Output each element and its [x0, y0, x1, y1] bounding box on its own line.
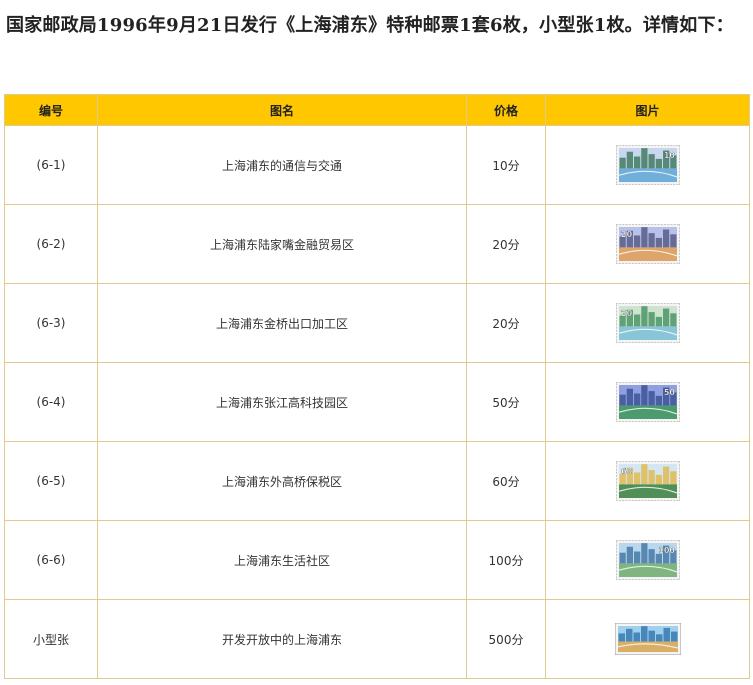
table-row: (6-3) 上海浦东金桥出口加工区 20分 20	[4, 283, 750, 363]
stamp-id: (6-2)	[4, 204, 98, 284]
stamp-image-cell: 100	[545, 520, 750, 600]
stamp-image-cell: 20	[545, 204, 750, 284]
stamp-id: (6-3)	[4, 283, 98, 363]
table-row: (6-6) 上海浦东生活社区 100分 100	[4, 520, 750, 600]
table-row: (6-4) 上海浦东张江高科技园区 50分 50	[4, 362, 750, 442]
svg-text:20: 20	[621, 230, 633, 239]
svg-text:100: 100	[658, 546, 675, 555]
stamp-id: (6-1)	[4, 125, 98, 205]
table-row: 小型张 开发开放中的上海浦东 500分	[4, 599, 750, 679]
stamp-image[interactable]: 100	[615, 540, 680, 580]
stamp-image-cell: 50	[545, 362, 750, 442]
stamp-image[interactable]: 20	[615, 224, 680, 264]
stamp-image-cell: 20	[545, 283, 750, 363]
stamp-name: 上海浦东陆家嘴金融贸易区	[97, 204, 467, 284]
stamp-table: 编号 图名 价格 图片 (6-1) 上海浦东的通信与交通 10分 10 (6-2…	[4, 94, 750, 679]
stamp-image[interactable]: 20	[615, 303, 680, 343]
svg-text:20: 20	[621, 309, 633, 318]
table-row: (6-5) 上海浦东外高桥保税区 60分 60	[4, 441, 750, 521]
svg-text:50: 50	[663, 388, 675, 397]
stamp-price: 20分	[466, 283, 546, 363]
header-image: 图片	[545, 94, 750, 126]
stamp-image[interactable]: 60	[615, 461, 680, 501]
stamp-name: 上海浦东生活社区	[97, 520, 467, 600]
stamp-id: (6-5)	[4, 441, 98, 521]
stamp-image[interactable]: 10	[615, 145, 680, 185]
stamp-price: 50分	[466, 362, 546, 442]
header-id: 编号	[4, 94, 98, 126]
table-row: (6-1) 上海浦东的通信与交通 10分 10	[4, 125, 750, 205]
svg-text:60: 60	[621, 467, 633, 476]
stamp-id: (6-4)	[4, 362, 98, 442]
intro-paragraph: 国家邮政局1996年9月21日发行《上海浦东》特种邮票1套6枚，小型张1枚。详情…	[6, 15, 734, 36]
stamp-image[interactable]: 50	[615, 382, 680, 422]
stamp-name: 开发开放中的上海浦东	[97, 599, 467, 679]
stamp-price: 500分	[466, 599, 546, 679]
stamp-price: 20分	[466, 204, 546, 284]
table-header-row: 编号 图名 价格 图片	[4, 94, 750, 126]
stamp-price: 100分	[466, 520, 546, 600]
stamp-image-cell	[545, 599, 750, 679]
stamp-id: (6-6)	[4, 520, 98, 600]
stamp-name: 上海浦东金桥出口加工区	[97, 283, 467, 363]
stamp-name: 上海浦东的通信与交通	[97, 125, 467, 205]
stamp-price: 60分	[466, 441, 546, 521]
souvenir-sheet-image[interactable]	[614, 623, 681, 655]
stamp-id: 小型张	[4, 599, 98, 679]
header-name: 图名	[97, 94, 467, 126]
header-price: 价格	[466, 94, 546, 126]
stamp-image-cell: 10	[545, 125, 750, 205]
table-row: (6-2) 上海浦东陆家嘴金融贸易区 20分 20	[4, 204, 750, 284]
svg-text:10: 10	[663, 151, 675, 160]
stamp-price: 10分	[466, 125, 546, 205]
stamp-name: 上海浦东外高桥保税区	[97, 441, 467, 521]
stamp-name: 上海浦东张江高科技园区	[97, 362, 467, 442]
stamp-image-cell: 60	[545, 441, 750, 521]
